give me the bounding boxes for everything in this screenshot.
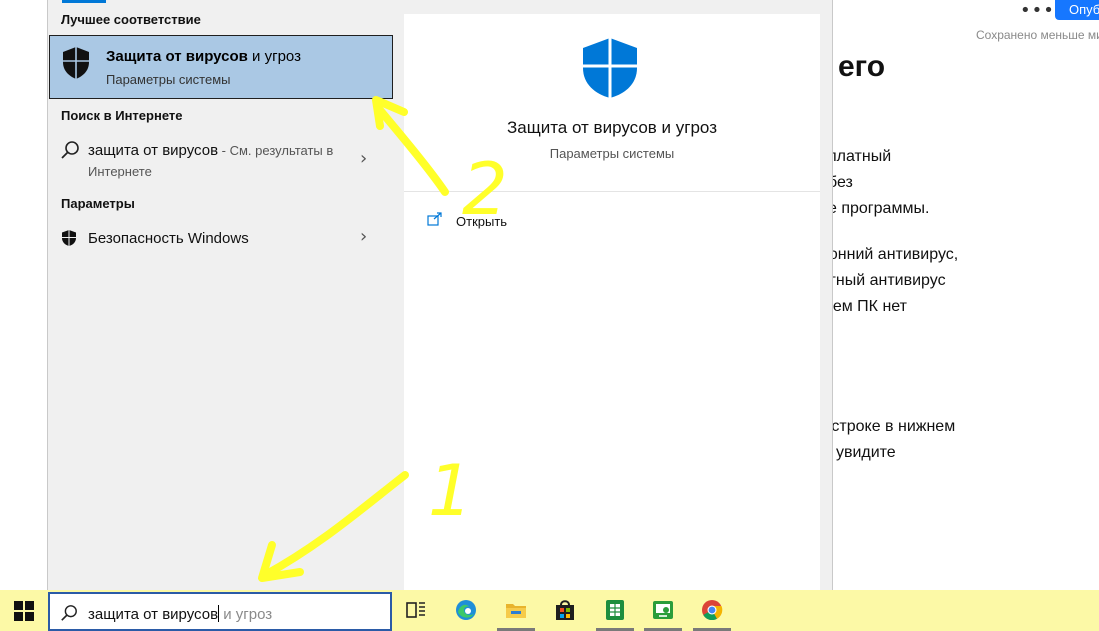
settings-heading: Параметры <box>61 196 135 211</box>
open-icon <box>427 212 442 226</box>
remote-app-icon[interactable] <box>651 598 675 622</box>
best-match-heading: Лучшее соответствие <box>61 12 201 27</box>
article-text-line: шем ПК нет <box>820 298 907 315</box>
taskbar-search-input[interactable]: защита от вирусов и угроз <box>48 592 392 631</box>
preview-subtitle: Параметры системы <box>549 146 675 161</box>
taskbar: защита от вирусов и угроз <box>0 590 1099 631</box>
shield-icon <box>62 230 76 246</box>
store-icon[interactable] <box>553 598 577 622</box>
web-search-query: защита от вирусов - См. результаты в <box>88 142 334 159</box>
article-text-line: платный <box>828 148 892 165</box>
settings-item-label: Безопасность Windows <box>88 230 249 247</box>
web-search-heading: Поиск в Интернете <box>61 108 183 123</box>
preview-title: Защита от вирусов и угроз <box>506 118 717 137</box>
article-text-line: ронний антивирус, <box>820 246 959 263</box>
edge-browser-icon[interactable] <box>454 598 478 622</box>
settings-result-windows-security[interactable]: Безопасность Windows › <box>48 226 392 252</box>
shield-icon <box>583 38 637 98</box>
divider <box>404 191 820 192</box>
search-query-text: защита от вирусов и угроз <box>88 605 273 623</box>
search-icon <box>61 605 77 621</box>
article-text-line: й строке в нижнем <box>818 418 956 435</box>
results-column: Лучшее соответствие Защита от вирусов и … <box>48 0 404 590</box>
best-match-title: Защита от вирусов и угроз <box>106 48 301 65</box>
best-match-result[interactable]: Защита от вирусов и угроз Параметры сист… <box>49 35 393 99</box>
publish-button[interactable]: Опуб <box>1055 0 1099 20</box>
shield-icon <box>63 47 89 79</box>
web-search-result[interactable]: защита от вирусов - См. результаты в Инт… <box>48 136 392 186</box>
windows-start-icon[interactable] <box>14 601 34 621</box>
article-heading: его <box>838 50 886 83</box>
article-text-line: е программы. <box>828 200 930 217</box>
saved-status: Сохранено меньше ми <box>976 28 1099 42</box>
search-icon <box>61 141 79 159</box>
chevron-right-icon[interactable]: › <box>360 226 367 247</box>
chevron-right-icon[interactable]: › <box>360 148 367 169</box>
open-action[interactable]: Открыть <box>456 214 507 229</box>
task-view-icon[interactable] <box>404 598 428 622</box>
tab-indicator <box>62 0 106 3</box>
best-match-subtitle: Параметры системы <box>106 72 231 87</box>
chrome-browser-icon[interactable] <box>700 598 724 622</box>
search-panel: Лучшее соответствие Защита от вирусов и … <box>47 0 833 590</box>
file-explorer-icon[interactable] <box>504 598 528 622</box>
more-options-icon[interactable]: ••• <box>1020 0 1055 21</box>
spreadsheet-app-icon[interactable] <box>603 598 627 622</box>
web-search-suffix: Интернете <box>88 164 152 179</box>
preview-pane: Защита от вирусов и угроз Параметры сист… <box>404 14 820 590</box>
article-text-line: отный антивирус <box>820 272 946 289</box>
